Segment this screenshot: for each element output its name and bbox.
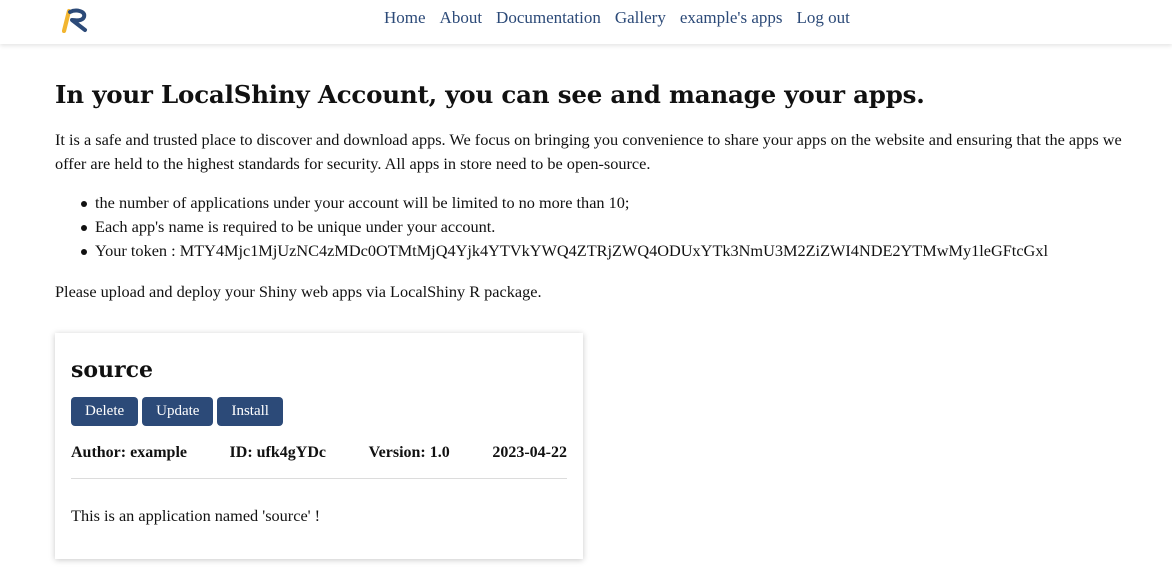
nav-about[interactable]: About	[440, 8, 483, 28]
nav-gallery[interactable]: Gallery	[615, 8, 666, 28]
app-id: ID: ufk4gYDc	[229, 444, 326, 461]
app-actions: Delete Update Install	[71, 397, 287, 426]
install-button[interactable]: Install	[217, 397, 283, 426]
localshiny-logo-icon[interactable]	[62, 7, 90, 33]
nav-home[interactable]: Home	[384, 8, 426, 28]
app-description: This is an application named 'source' !	[71, 506, 321, 525]
card-divider	[71, 478, 567, 479]
delete-button[interactable]: Delete	[71, 397, 139, 426]
app-title: source	[71, 357, 154, 383]
app-version: Version: 1.0	[368, 444, 450, 461]
upload-note: Please upload and deploy your Shiny web …	[55, 282, 542, 301]
intro-paragraph: It is a safe and trusted place to discov…	[55, 130, 1122, 173]
app-meta: Author: example ID: ufk4gYDc Version: 1.…	[71, 444, 567, 462]
update-button[interactable]: Update	[142, 397, 214, 426]
top-navbar: Home About Documentation Gallery example…	[0, 0, 1172, 44]
nav-logout[interactable]: Log out	[797, 8, 850, 28]
rule-app-limit: the number of applications under your ac…	[79, 191, 1048, 215]
page-heading: In your LocalShiny Account, you can see …	[55, 80, 925, 109]
user-token: Your token : MTY4Mjc1MjUzNC4zMDc0OTMtMjQ…	[79, 239, 1048, 263]
nav-documentation[interactable]: Documentation	[496, 8, 601, 28]
app-date: 2023-04-22	[492, 444, 567, 461]
rule-unique-name: Each app's name is required to be unique…	[79, 215, 1048, 239]
nav-links: Home About Documentation Gallery example…	[384, 8, 864, 28]
nav-my-apps[interactable]: example's apps	[680, 8, 783, 28]
account-rules-list: the number of applications under your ac…	[79, 191, 1048, 263]
main-content: In your LocalShiny Account, you can see …	[55, 80, 1140, 301]
app-author: Author: example	[71, 444, 187, 461]
app-card: source Delete Update Install Author: exa…	[55, 333, 583, 559]
